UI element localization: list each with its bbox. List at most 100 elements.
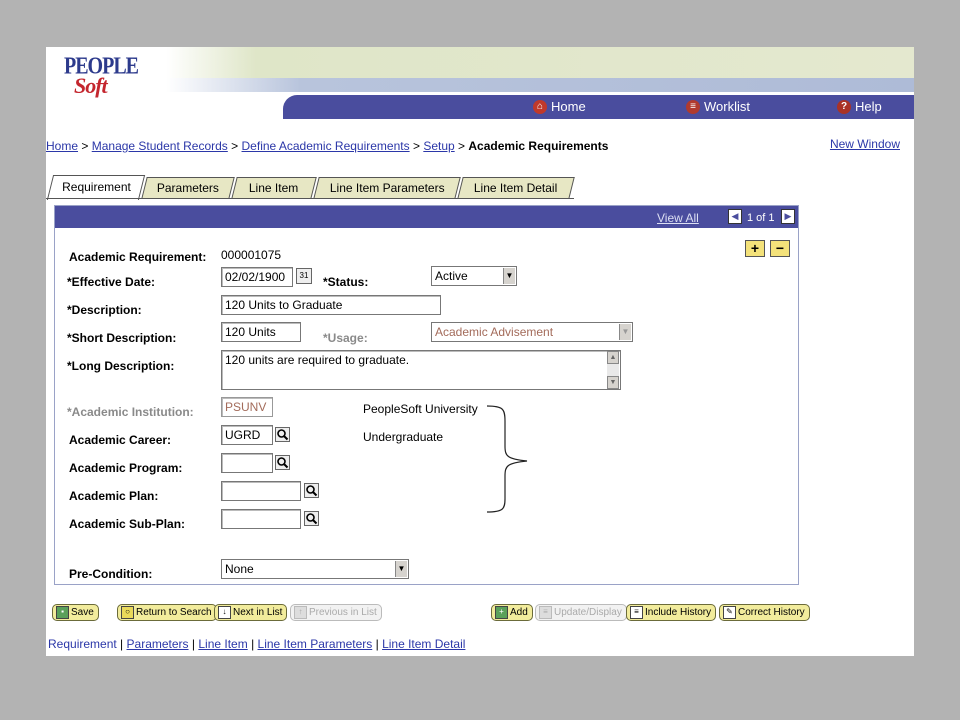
pre-condition-select[interactable]: None ▼ <box>221 559 409 579</box>
description-field[interactable]: 120 Units to Graduate <box>221 295 441 315</box>
peoplesoft-logo: PEOPLE Soft <box>64 53 139 99</box>
bottom-nav-sep: | <box>375 637 379 651</box>
add-button[interactable]: + Add <box>491 604 533 621</box>
long-description-scrollbar[interactable]: ▲ ▼ <box>607 351 619 389</box>
tab-line-item[interactable]: Line Item <box>231 177 317 199</box>
save-icon: ▪ <box>56 606 69 619</box>
previous-in-list-button: ↑ Previous in List <box>290 604 382 621</box>
status-select[interactable]: Active ▼ <box>431 266 517 286</box>
nav-help[interactable]: ? Help <box>837 99 882 114</box>
correct-history-icon: ✎ <box>723 606 736 619</box>
crumb-manage-student-records[interactable]: Manage Student Records <box>92 139 228 153</box>
worklist-icon: ≡ <box>686 99 700 114</box>
home-icon: ⌂ <box>533 99 547 114</box>
academic-requirement-value: 000001075 <box>221 248 282 262</box>
tab-baseline <box>46 198 574 199</box>
peoplesoft-page: PEOPLE Soft ⌂ Home ≡ Worklist ? Help Hom… <box>46 47 914 656</box>
academic-career-label: Academic Career: <box>69 433 172 447</box>
save-button[interactable]: ▪ Save <box>52 604 99 621</box>
tab-line-item-detail[interactable]: Line Item Detail <box>457 177 575 199</box>
correct-history-button[interactable]: ✎ Correct History <box>719 604 810 621</box>
view-all-link[interactable]: View All <box>657 211 699 225</box>
dropdown-arrow-icon: ▼ <box>503 268 515 284</box>
help-icon: ? <box>837 99 851 114</box>
pre-condition-value: None <box>225 562 254 576</box>
crumb-define-academic-requirements[interactable]: Define Academic Requirements <box>242 139 410 153</box>
next-list-icon: ↓ <box>218 606 231 619</box>
nav-home[interactable]: ⌂ Home <box>533 99 586 114</box>
lookup-icon[interactable] <box>275 427 290 442</box>
bottom-nav-parameters[interactable]: Parameters <box>127 637 189 651</box>
return-to-search-label: Return to Search <box>136 606 212 618</box>
next-in-list-button[interactable]: ↓ Next in List <box>214 604 288 621</box>
tab-requirement-label: Requirement <box>61 180 131 194</box>
tab-line-item-parameters-label: Line Item Parameters <box>329 181 445 195</box>
tab-line-item-parameters[interactable]: Line Item Parameters <box>313 177 461 199</box>
academic-plan-label: Academic Plan: <box>69 489 159 503</box>
brace-annotation <box>486 405 528 513</box>
header-gradient <box>166 47 914 80</box>
academic-institution-description: PeopleSoft University <box>363 402 478 416</box>
previous-in-list-label: Previous in List <box>309 606 377 618</box>
short-description-label: *Short Description: <box>67 331 177 345</box>
bottom-nav-sep: | <box>191 637 196 651</box>
lookup-icon[interactable] <box>304 483 319 498</box>
bottom-nav-current: Requirement <box>48 637 117 651</box>
crumb-sep: > <box>81 139 89 153</box>
search-icon: ○ <box>121 606 134 619</box>
long-description-textarea[interactable]: 120 units are required to graduate. <box>221 350 621 390</box>
academic-program-label: Academic Program: <box>69 461 183 475</box>
academic-requirement-label: Academic Requirement: <box>69 250 207 264</box>
usage-value: Academic Advisement <box>435 325 554 339</box>
top-navbar: ⌂ Home ≡ Worklist ? Help <box>283 95 914 119</box>
next-row-icon[interactable]: ▶ <box>781 209 795 224</box>
calendar-icon[interactable]: 31 <box>296 268 312 284</box>
save-label: Save <box>71 606 94 618</box>
next-in-list-label: Next in List <box>233 606 283 618</box>
crumb-setup[interactable]: Setup <box>423 139 454 153</box>
bottom-nav-line-item[interactable]: Line Item <box>198 637 247 651</box>
logo-line2: Soft <box>74 73 108 98</box>
lookup-icon[interactable] <box>304 511 319 526</box>
usage-label: *Usage: <box>323 331 368 345</box>
include-history-icon: ≡ <box>630 606 643 619</box>
tab-parameters-label: Parameters <box>156 181 219 195</box>
usage-select: Academic Advisement ▼ <box>431 322 633 342</box>
effective-date-field[interactable]: 02/02/1900 <box>221 267 293 287</box>
bottom-nav-line-item-detail[interactable]: Line Item Detail <box>382 637 465 651</box>
academic-plan-field[interactable] <box>221 481 301 501</box>
academic-program-field[interactable] <box>221 453 273 473</box>
bottom-nav-sep: | <box>120 637 124 651</box>
requirement-panel: View All ◀ 1 of 1 ▶ + − Academic Require… <box>54 205 799 585</box>
scroll-up-icon[interactable]: ▲ <box>607 351 619 364</box>
scroll-down-icon[interactable]: ▼ <box>607 376 619 389</box>
crumb-home[interactable]: Home <box>46 139 78 153</box>
update-display-icon: ≡ <box>539 606 552 619</box>
row-count: 1 of 1 <box>747 212 775 224</box>
previous-row-icon[interactable]: ◀ <box>728 209 742 224</box>
academic-subplan-field[interactable] <box>221 509 301 529</box>
bottom-page-nav: Requirement | Parameters | Line Item | L… <box>48 637 465 651</box>
new-window-link[interactable]: New Window <box>830 137 900 151</box>
include-history-label: Include History <box>645 606 712 618</box>
nav-help-label: Help <box>855 99 882 114</box>
crumb-sep: > <box>231 139 239 153</box>
return-to-search-button[interactable]: ○ Return to Search <box>117 604 217 621</box>
tab-requirement[interactable]: Requirement <box>46 175 146 200</box>
short-description-field[interactable]: 120 Units <box>221 322 301 342</box>
academic-institution-field: PSUNV <box>221 397 273 417</box>
add-row-button[interactable]: + <box>745 240 765 257</box>
delete-row-button[interactable]: − <box>770 240 790 257</box>
bottom-nav-sep: | <box>251 637 255 651</box>
bottom-nav-line-item-parameters[interactable]: Line Item Parameters <box>258 637 373 651</box>
add-label: Add <box>510 606 528 618</box>
panel-title-bar: View All ◀ 1 of 1 ▶ <box>55 206 798 228</box>
academic-career-field[interactable]: UGRD <box>221 425 273 445</box>
tab-bar: Requirement Parameters Line Item Line It… <box>46 175 578 200</box>
tab-line-item-detail-label: Line Item Detail <box>474 181 558 195</box>
lookup-icon[interactable] <box>275 455 290 470</box>
header-stripe <box>166 78 914 92</box>
include-history-button[interactable]: ≡ Include History <box>626 604 717 621</box>
tab-parameters[interactable]: Parameters <box>141 177 235 199</box>
nav-worklist[interactable]: ≡ Worklist <box>686 99 750 114</box>
